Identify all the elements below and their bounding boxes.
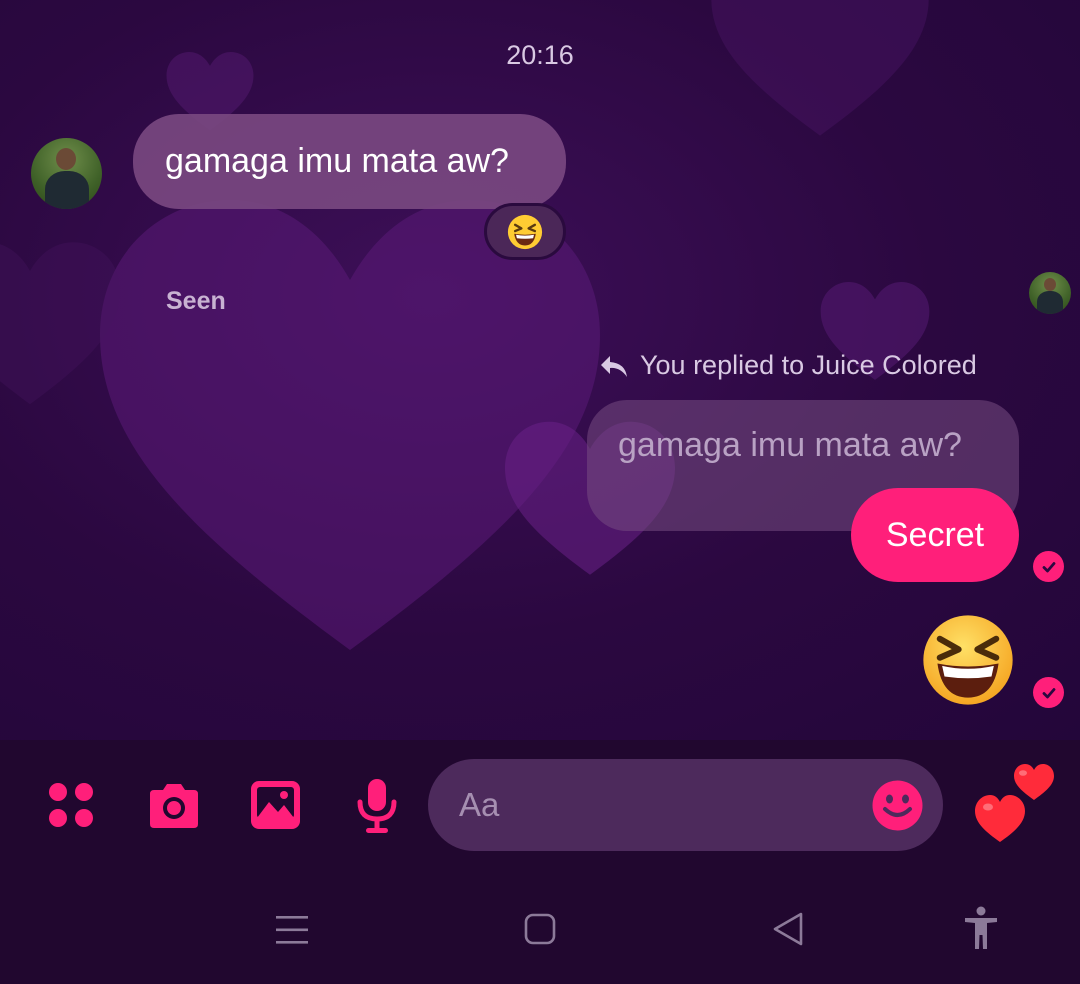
reply-context-text: You replied to Juice Colored [640,350,977,380]
home-icon[interactable] [524,913,556,945]
reply-arrow-icon [601,355,627,377]
background-heart-left-edge [0,240,120,410]
avatar-head [1044,278,1056,291]
seen-status: Seen [166,287,226,315]
back-icon[interactable] [771,911,805,947]
avatar-body [1037,291,1063,314]
accessibility-icon[interactable] [963,906,999,950]
avatar-body [45,171,89,209]
smiley-icon[interactable] [872,780,923,831]
delivered-check-icon [1033,551,1064,582]
contact-avatar[interactable] [31,138,102,209]
message-timestamp: 20:16 [506,40,574,70]
avatar-head [56,148,76,170]
gallery-icon[interactable] [250,780,301,830]
recents-icon[interactable] [275,913,309,947]
message-reaction[interactable] [484,203,566,260]
camera-icon[interactable] [146,782,202,830]
incoming-message-bubble[interactable]: gamaga imu mata aw? [133,114,566,209]
delivered-check-icon [1033,677,1064,708]
outgoing-message-bubble[interactable]: Secret [851,488,1019,582]
apps-icon[interactable] [47,781,95,829]
message-input-container[interactable] [428,759,943,851]
microphone-icon[interactable] [356,778,398,834]
laughing-squinting-face-icon[interactable] [921,613,1015,707]
read-receipt-avatar [1029,272,1071,314]
reply-context-label: You replied to Juice Colored [598,350,977,381]
message-input[interactable] [459,779,859,831]
laughing-squinting-face-icon [507,214,543,249]
hearts-icon[interactable] [973,763,1055,843]
